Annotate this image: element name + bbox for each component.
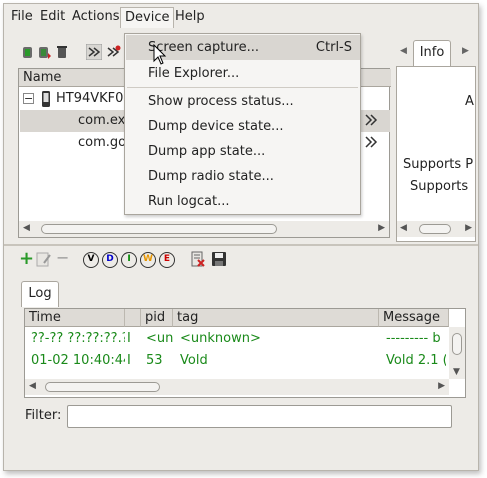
log-level: I [127,331,131,346]
log-pid: <unk [146,331,174,346]
scroll-right-icon[interactable]: ▶ [438,381,445,391]
info-line: Supports P [403,157,474,172]
menu-item-dump-app-state[interactable]: Dump app state... [126,139,360,164]
filter-label: Filter: [25,408,62,423]
debug-process-icon[interactable] [20,44,36,60]
warn-filter-button[interactable]: W [140,252,156,268]
ddms-window: File Edit Actions Device Help Name − HT9… [3,3,479,471]
log-table: Time pid tag Message ??-?? ??:??:??.? I … [24,308,466,398]
tab-log[interactable]: Log [21,281,59,307]
scroll-thumb[interactable] [41,224,277,234]
thread-status-icon [365,114,378,126]
column-header-message[interactable]: Message [379,309,449,327]
collapse-icon[interactable]: − [23,93,34,104]
scroll-thumb[interactable] [452,333,462,355]
info-line: A [465,94,474,109]
menu-device[interactable]: Device [120,7,175,28]
phone-icon [42,91,50,107]
menu-separator [127,87,358,88]
menu-help[interactable]: Help [171,7,209,28]
log-message: Vold 2.1 ( [386,353,446,368]
column-header-time[interactable]: Time [25,309,125,327]
process-name: com.ex [78,113,126,128]
info-filter-button[interactable]: I [121,252,137,268]
menu-item-shortcut: Ctrl-S [315,40,352,55]
filter-input[interactable] [67,405,452,428]
scroll-left-icon[interactable]: ◀ [23,223,30,233]
info-hscrollbar[interactable]: ◀ ▶ [397,221,475,237]
scroll-down-icon[interactable]: ▼ [453,367,460,377]
process-name: com.go [78,135,127,150]
tab-scroll-left-icon[interactable]: ◀ [400,46,407,56]
scroll-left-icon[interactable]: ◀ [400,223,407,233]
mouse-cursor-icon [153,44,167,65]
info-line: Supports [410,179,469,194]
info-panel: ◀ Info ▶ A Supports P Supports ◀ ▶ [396,40,476,242]
log-pid: 53 [146,353,163,368]
menu-item-dump-device-state[interactable]: Dump device state... [126,114,360,139]
log-hscrollbar[interactable]: ◀ ▶ [25,379,449,395]
tab-info[interactable]: Info [413,40,451,66]
sash[interactable] [4,244,478,246]
clear-log-icon[interactable] [190,251,206,267]
menubar: File Edit Actions Device Help [4,4,478,30]
edit-filter-icon[interactable] [36,251,52,267]
menu-item-show-process-status[interactable]: Show process status... [126,89,360,114]
info-content: A Supports P Supports ◀ ▶ [396,66,476,242]
menu-item-label: Run logcat... [148,194,230,209]
scroll-right-icon[interactable]: ▶ [378,223,385,233]
log-message: --------- b [386,331,441,346]
column-header-pid[interactable]: pid [141,309,173,327]
menu-item-label: Dump radio state... [148,169,274,184]
menu-actions[interactable]: Actions [68,7,124,28]
add-filter-icon[interactable]: + [19,248,34,269]
log-level: I [127,353,131,368]
log-time: ??-?? ??:??:??.? [31,331,125,346]
cause-gc-icon[interactable] [54,44,70,60]
tab-scroll-right-icon[interactable]: ▶ [462,46,469,56]
menu-item-run-logcat[interactable]: Run logcat... [126,189,360,214]
menu-item-label: Dump device state... [148,119,284,134]
log-tag: Vold [180,353,208,368]
update-heap-icon[interactable] [37,44,53,60]
save-log-icon[interactable] [211,251,227,267]
menu-item-label: Dump app state... [148,144,266,159]
menu-edit[interactable]: Edit [36,7,69,28]
scroll-right-icon[interactable]: ▶ [465,223,472,233]
scroll-thumb[interactable] [419,224,451,234]
debug-filter-button[interactable]: D [102,252,118,268]
menu-item-label: File Explorer... [148,66,240,81]
menu-item-dump-radio-state[interactable]: Dump radio state... [126,164,360,189]
log-vscrollbar[interactable]: ▼ [449,327,465,379]
column-header-tag[interactable]: tag [173,309,379,327]
verbose-filter-button[interactable]: V [83,252,99,268]
error-filter-button[interactable]: E [159,252,175,268]
scroll-left-icon[interactable]: ◀ [29,381,36,391]
log-time: 01-02 10:40:44 [31,353,125,368]
update-threads-icon[interactable] [86,44,102,60]
menu-item-label: Show process status... [148,94,294,109]
device-serial: HT94VKF0 [56,91,124,106]
log-tag: <unknown> [180,331,261,346]
menu-file[interactable]: File [7,7,37,28]
device-tree-hscrollbar[interactable]: ◀ ▶ [19,221,389,237]
start-method-profiling-icon[interactable] [105,44,121,60]
scroll-thumb[interactable] [45,382,160,392]
thread-status-icon [365,136,378,148]
remove-filter-icon[interactable]: − [56,248,69,267]
column-header-level[interactable] [125,309,141,327]
